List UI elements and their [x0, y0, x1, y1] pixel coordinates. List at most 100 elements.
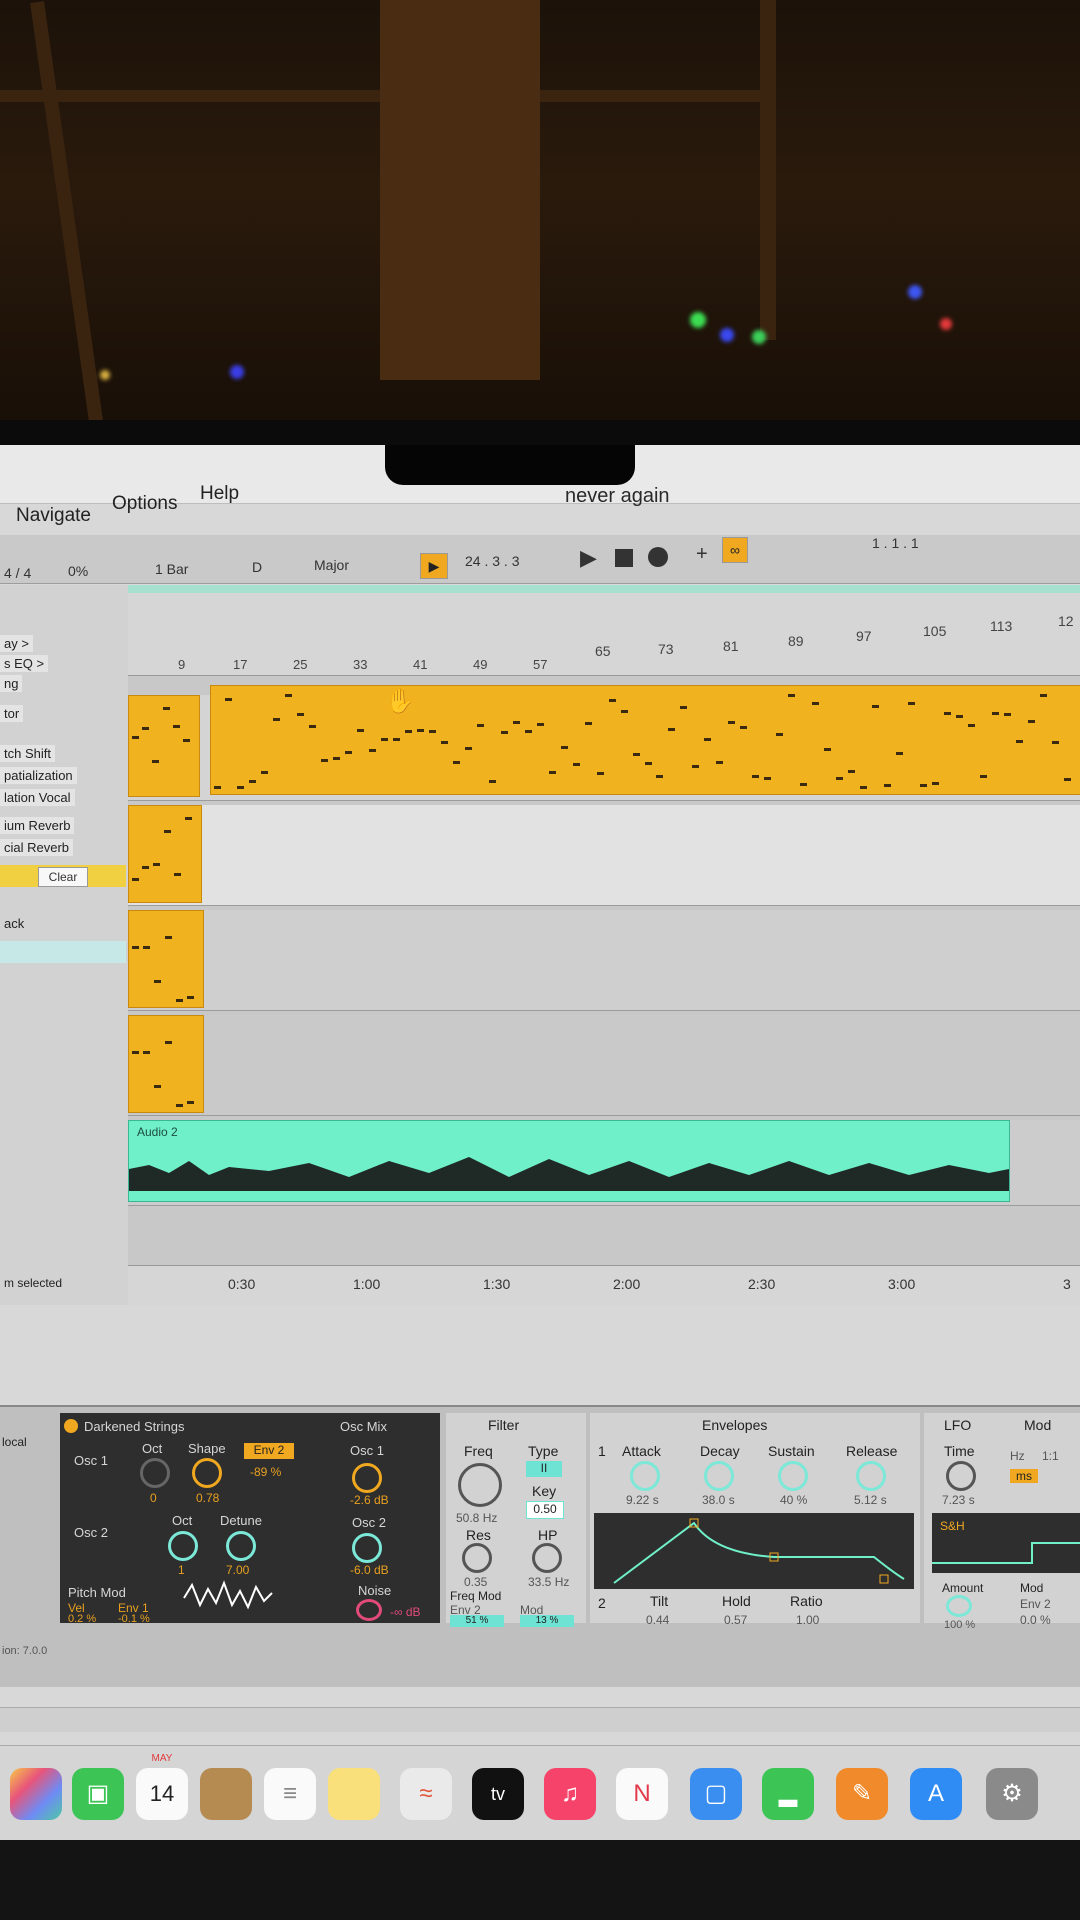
midi-note	[357, 729, 364, 732]
pages-icon[interactable]: ✎	[836, 1768, 888, 1820]
system-settings-icon[interactable]: ⚙	[986, 1768, 1038, 1820]
osc1-oct-knob[interactable]	[140, 1458, 170, 1488]
time-ruler[interactable]: 0:30 1:00 1:30 2:00 2:30 3:00 3	[128, 1265, 1080, 1306]
lfo-amount-knob[interactable]	[946, 1595, 972, 1617]
filter-key-value[interactable]: 0.50	[526, 1501, 564, 1519]
freq-mod-amount-2[interactable]: 13 %	[520, 1615, 574, 1627]
midi-note	[405, 730, 412, 733]
osc1-shape-knob[interactable]	[192, 1458, 222, 1488]
browser-item[interactable]: patialization	[0, 767, 77, 784]
mix-noise-knob[interactable]	[356, 1599, 382, 1621]
midi-clip[interactable]	[128, 695, 200, 797]
midi-clip[interactable]	[128, 1015, 204, 1113]
osc2-oct-knob[interactable]	[168, 1531, 198, 1561]
version-label: ion: 7.0.0	[2, 1645, 48, 1657]
photos-icon[interactable]	[10, 1768, 62, 1820]
music-icon[interactable]: ♫	[544, 1768, 596, 1820]
midi-clip[interactable]	[128, 805, 202, 903]
lfo-time-knob[interactable]	[946, 1461, 976, 1491]
device-power-icon[interactable]	[64, 1419, 78, 1433]
quantize-menu[interactable]: 1 Bar	[155, 561, 188, 577]
browser-item[interactable]: lation Vocal	[0, 789, 75, 806]
scale-menu[interactable]: Major	[314, 557, 349, 573]
lfo-display[interactable]: S&H	[932, 1513, 1080, 1573]
midi-track-3[interactable]	[128, 910, 1080, 1011]
position-display[interactable]: 24 . 3 . 3	[465, 553, 519, 569]
midi-track-1[interactable]	[128, 685, 1080, 801]
notes-brown-icon[interactable]	[200, 1768, 252, 1820]
lfo-mod-source[interactable]: Env 2	[1020, 1597, 1051, 1611]
osc1-shape-label: Shape	[188, 1441, 226, 1456]
midi-clip[interactable]	[210, 685, 1080, 795]
midi-note	[297, 713, 304, 716]
menu-options[interactable]: Options	[112, 493, 177, 515]
keynote-icon[interactable]: ▢	[690, 1768, 742, 1820]
menu-help[interactable]: Help	[200, 483, 239, 505]
lfo-ms-button[interactable]: ms	[1010, 1469, 1038, 1483]
follow-button[interactable]: ▶	[420, 553, 448, 579]
decay-knob[interactable]	[704, 1461, 734, 1491]
osc1-env-menu[interactable]: Env 2	[244, 1443, 294, 1459]
bar-number: 33	[353, 657, 368, 672]
filter-type-button[interactable]: II	[526, 1461, 562, 1477]
sustain-knob[interactable]	[778, 1461, 808, 1491]
attack-knob[interactable]	[630, 1461, 660, 1491]
browser-item[interactable]: tor	[0, 705, 24, 722]
browser-item[interactable]: ay >	[0, 635, 33, 652]
envelope-curve	[613, 1518, 905, 1584]
filter-freq-knob[interactable]	[458, 1463, 502, 1507]
arrangement-view[interactable]: 9 17 25 33 41 49 57 65 73 81 89 97 105 1…	[128, 585, 1080, 1306]
stop-icon[interactable]	[615, 549, 633, 567]
loop-start-display[interactable]: 1 . 1 . 1	[872, 535, 919, 551]
filter-hp-knob[interactable]	[532, 1543, 562, 1573]
filter-res-knob[interactable]	[462, 1543, 492, 1573]
play-icon[interactable]: ▶	[580, 545, 606, 571]
app-store-icon[interactable]: A	[910, 1768, 962, 1820]
audio-clip[interactable]: Audio 2	[128, 1120, 1010, 1202]
browser-item[interactable]: tch Shift	[0, 745, 55, 762]
midi-note	[1040, 694, 1047, 697]
notes-icon[interactable]	[328, 1768, 380, 1820]
release-knob[interactable]	[856, 1461, 886, 1491]
apple-tv-icon[interactable]: tv	[472, 1768, 524, 1820]
facetime-icon[interactable]: ▣	[72, 1768, 124, 1820]
calendar-icon[interactable]: MAY 14	[136, 1753, 188, 1820]
osc2-detune-label: Detune	[220, 1513, 262, 1528]
midi-track-2[interactable]	[128, 805, 1080, 906]
key-menu[interactable]: D	[252, 559, 262, 575]
record-icon[interactable]	[648, 547, 668, 567]
mix-osc2-knob[interactable]	[352, 1533, 382, 1563]
loop-brace[interactable]	[128, 585, 1080, 593]
browser-item[interactable]: cial Reverb	[0, 839, 74, 856]
browser-item[interactable]: ium Reverb	[0, 817, 75, 834]
time-signature[interactable]: 4 / 4	[4, 565, 31, 581]
reminders-icon[interactable]: ≡	[264, 1768, 316, 1820]
lfo-ratio-button[interactable]: 1:1	[1042, 1449, 1059, 1463]
mix-osc1-knob[interactable]	[352, 1463, 382, 1493]
midi-note	[176, 999, 183, 1002]
mix-osc2-value: -6.0 dB	[350, 1563, 389, 1577]
lfo-mod-label: Mod	[1020, 1581, 1044, 1595]
freq-mod-amount-1[interactable]: 51 %	[450, 1615, 504, 1627]
hand-cursor-icon: ✋	[385, 688, 415, 715]
browser-item[interactable]: ack	[0, 915, 28, 932]
browser-item[interactable]: ng	[0, 675, 23, 692]
freeform-icon[interactable]: ≈	[400, 1768, 452, 1820]
bar-number: 81	[723, 638, 739, 654]
lfo-hz-button[interactable]: Hz	[1010, 1449, 1025, 1463]
midi-clip[interactable]	[128, 910, 204, 1008]
numbers-icon[interactable]: ▂	[762, 1768, 814, 1820]
link-icon[interactable]: ∞	[722, 537, 748, 563]
audio-track[interactable]: Audio 2	[128, 1120, 1080, 1206]
string-light	[940, 318, 952, 330]
browser-item[interactable]: s EQ >	[0, 655, 49, 672]
midi-track-4[interactable]	[128, 1015, 1080, 1116]
menu-navigate[interactable]: Navigate	[16, 505, 91, 527]
midi-note	[860, 786, 867, 789]
add-icon[interactable]: +	[696, 543, 708, 566]
news-icon[interactable]: N	[616, 1768, 668, 1820]
osc2-detune-knob[interactable]	[226, 1531, 256, 1561]
bar-ruler[interactable]: 9 17 25 33 41 49 57 65 73 81 89 97 105 1…	[128, 585, 1080, 676]
envelope-display[interactable]	[594, 1513, 914, 1589]
clear-button[interactable]: Clear	[38, 867, 88, 887]
